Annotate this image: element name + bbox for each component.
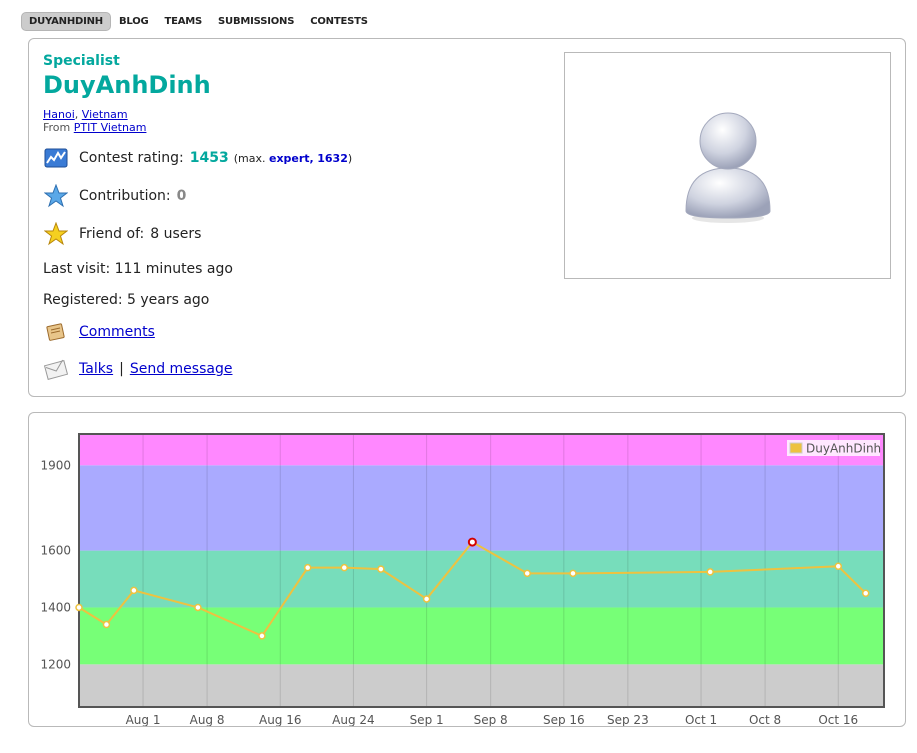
- max-suffix: ): [347, 151, 353, 165]
- y-tick-label: 1400: [40, 600, 71, 614]
- contribution-value: 0: [176, 188, 187, 204]
- tab-profile[interactable]: DUYANHDINH: [21, 11, 111, 31]
- rating-point: [194, 603, 202, 612]
- rating-band-2: [79, 550, 884, 608]
- envelope-icon: [43, 356, 69, 382]
- rating-point: [422, 595, 431, 603]
- user-rank: Specialist: [43, 53, 120, 69]
- max-rank: expert,: [268, 151, 314, 165]
- contribution-row: Contribution: 0: [43, 183, 186, 209]
- last-visit: Last visit: 111 minutes ago: [43, 261, 233, 277]
- rating-point: [523, 569, 531, 578]
- friend-label: Friend of:: [79, 226, 145, 242]
- rating-chart: 1200 1400 1600 1900 Aug 1 Aug 8 Aug 16 Aug 24 Se…: [40, 433, 885, 727]
- rating-chart-panel: 1200 1400 1600 1900 Aug 1 Aug 8 Aug 16 Aug 24 Se…: [28, 412, 906, 727]
- x-tick-label: Oct 8: [749, 713, 781, 726]
- max-rating-point: [467, 537, 477, 547]
- rating-point: [377, 565, 385, 573]
- y-tick-label: 1900: [40, 458, 71, 472]
- profile-panel: Specialist DuyAnhDinh Hanoi, Vietnam Fro…: [28, 38, 906, 397]
- x-tick-label: Sep 1: [410, 713, 444, 726]
- y-tick-label: 1600: [40, 544, 71, 558]
- tab-submissions[interactable]: SUBMISSIONS: [210, 12, 302, 31]
- x-tick-label: Aug 16: [259, 713, 302, 726]
- x-tick-label: Oct 1: [685, 713, 717, 726]
- x-tick-label: Oct 16: [818, 713, 858, 726]
- country-link[interactable]: Vietnam: [82, 108, 128, 121]
- x-tick-label: Aug 1: [126, 713, 161, 726]
- tab-teams[interactable]: TEAMS: [157, 12, 211, 31]
- rating-point: [340, 563, 349, 572]
- tab-blog[interactable]: BLOG: [111, 12, 157, 31]
- rating-graph-icon: [43, 145, 69, 171]
- link-separator: |: [119, 361, 124, 377]
- rating-point: [569, 569, 577, 578]
- rating-band-4: [79, 434, 884, 466]
- x-tick-label: Aug 24: [332, 713, 375, 726]
- rating-point: [75, 603, 83, 612]
- x-tick-label: Sep 8: [474, 713, 508, 726]
- user-organization: From PTIT Vietnam: [43, 121, 146, 134]
- rating-value: 1453: [189, 150, 229, 166]
- rating-point: [102, 620, 111, 629]
- x-tick-label: Aug 8: [190, 713, 225, 726]
- profile-tabs: DUYANHDINH BLOG TEAMS SUBMISSIONS CONTES…: [21, 11, 376, 31]
- talks-link[interactable]: Talks: [79, 361, 113, 377]
- max-prefix: (max.: [233, 151, 266, 165]
- max-rating-value: 1632: [317, 151, 348, 165]
- rating-band-0: [79, 664, 884, 707]
- rating-point: [834, 562, 843, 570]
- rating-band-3: [79, 465, 884, 551]
- legend-label: DuyAnhDinh: [806, 442, 881, 456]
- talks-row: Talks | Send message: [43, 356, 232, 382]
- user-placeholder-icon: [684, 112, 771, 223]
- registered: Registered: 5 years ago: [43, 292, 210, 308]
- blue-star-icon: [43, 183, 69, 209]
- city-link[interactable]: Hanoi: [43, 108, 75, 121]
- from-label: From: [43, 121, 71, 134]
- rating-band-1: [79, 607, 884, 665]
- user-handle: DuyAnhDinh: [43, 71, 211, 99]
- avatar: [564, 52, 891, 279]
- rating-point: [706, 568, 714, 576]
- organization-link[interactable]: PTIT Vietnam: [74, 121, 147, 134]
- tab-contests[interactable]: CONTESTS: [302, 12, 376, 31]
- contribution-label: Contribution:: [79, 188, 171, 204]
- max-rating: (max. expert, 1632): [234, 152, 352, 165]
- friend-value: 8 users: [150, 226, 202, 242]
- x-tick-label: Sep 23: [607, 713, 649, 726]
- comments-link[interactable]: Comments: [79, 324, 155, 340]
- contest-rating-row: Contest rating: 1453 (max. expert, 1632): [43, 145, 352, 171]
- rating-point: [258, 632, 266, 640]
- rating-point: [303, 563, 312, 572]
- rating-point: [130, 586, 138, 595]
- rating-point: [861, 589, 870, 597]
- friend-of-row: Friend of: 8 users: [43, 221, 201, 247]
- gold-star-icon: [43, 221, 69, 247]
- comments-icon: [43, 319, 69, 345]
- rating-label: Contest rating:: [79, 150, 184, 166]
- comments-row: Comments: [43, 319, 155, 345]
- user-location: Hanoi, Vietnam: [43, 108, 128, 121]
- legend-swatch: [789, 442, 803, 454]
- x-tick-label: Sep 16: [543, 713, 585, 726]
- send-message-link[interactable]: Send message: [130, 361, 233, 377]
- y-tick-label: 1200: [40, 657, 71, 671]
